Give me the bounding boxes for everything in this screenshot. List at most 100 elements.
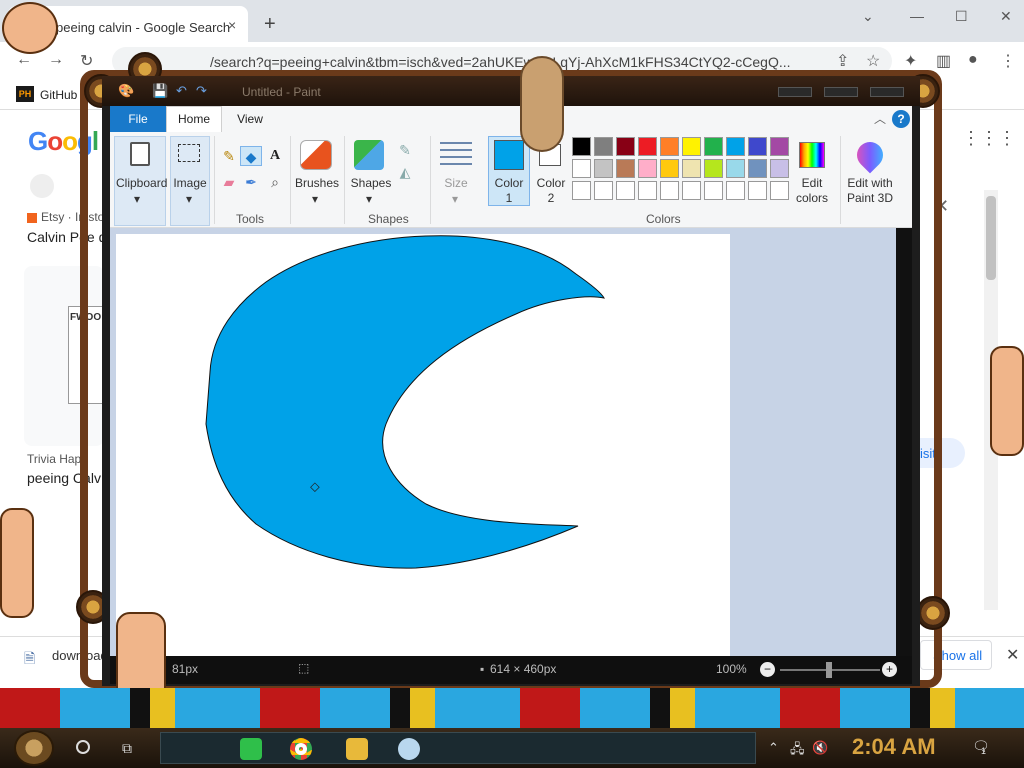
forward-icon[interactable]: →: [48, 51, 64, 69]
volume-muted-icon[interactable]: 🔇: [812, 740, 828, 756]
file-explorer-icon[interactable]: [346, 738, 368, 760]
palette-swatch[interactable]: [594, 137, 613, 156]
size-button[interactable]: Size: [438, 176, 474, 190]
drawing-canvas[interactable]: ⬦: [116, 234, 730, 656]
paint-icon[interactable]: [398, 738, 420, 760]
clock[interactable]: 2:04 AM: [852, 734, 936, 760]
palette-swatch[interactable]: [616, 181, 635, 200]
reload-icon[interactable]: ↻: [80, 51, 93, 71]
palette-swatch[interactable]: [638, 159, 657, 178]
side-panel-icon[interactable]: ▥: [936, 51, 951, 71]
image-result-tag[interactable]: [30, 174, 54, 198]
color-picker-icon[interactable]: ✒: [240, 172, 262, 192]
menu-icon[interactable]: ⋮: [1000, 51, 1016, 71]
google-apps-icon[interactable]: ⋮⋮⋮: [962, 128, 1016, 149]
selection-icon: ⬚: [298, 661, 310, 675]
chrome-icon[interactable]: [290, 738, 312, 760]
save-icon[interactable]: 💾: [152, 83, 168, 99]
palette-swatch[interactable]: [748, 137, 767, 156]
undo-icon[interactable]: ↶: [176, 83, 187, 99]
edit-with-paint3d-label-2[interactable]: Paint 3D: [842, 191, 898, 205]
start-button[interactable]: [14, 730, 54, 766]
palette-swatch[interactable]: [726, 181, 745, 200]
palette-swatch[interactable]: [660, 181, 679, 200]
palette-swatch[interactable]: [682, 159, 701, 178]
palette-swatch[interactable]: [726, 159, 745, 178]
paint-close-button[interactable]: [870, 87, 904, 97]
canvas-scrollbar[interactable]: [896, 228, 912, 656]
paint-minimize-button[interactable]: [778, 87, 812, 97]
url-text[interactable]: /search?q=peeing+calvin&tbm=isch&ved=2ah…: [210, 54, 830, 70]
extensions-icon[interactable]: ✦: [904, 51, 917, 71]
edit-colors-label-1[interactable]: Edit: [790, 176, 834, 190]
help-icon[interactable]: ?: [892, 110, 910, 128]
palette-swatch[interactable]: [572, 181, 591, 200]
share-icon[interactable]: ⇪: [836, 51, 849, 71]
chevron-up-icon[interactable]: ︿: [874, 110, 886, 127]
palette-swatch[interactable]: [660, 159, 679, 178]
palette-swatch[interactable]: [704, 181, 723, 200]
tab-file[interactable]: File: [110, 106, 166, 132]
minimize-button[interactable]: —: [910, 8, 924, 24]
palette-swatch[interactable]: [616, 137, 635, 156]
palette-swatch[interactable]: [638, 181, 657, 200]
palette-swatch[interactable]: [748, 181, 767, 200]
redo-icon[interactable]: ↷: [196, 83, 207, 99]
clipboard-label: Clipboard: [116, 176, 168, 190]
bookmark-star-icon[interactable]: ☆: [866, 51, 880, 71]
search-icon[interactable]: [76, 740, 90, 754]
desktop-wallpaper: [0, 688, 1024, 728]
palette-swatch[interactable]: [594, 159, 613, 178]
paint-maximize-button[interactable]: [824, 87, 858, 97]
download-bar-close-icon[interactable]: ✕: [1006, 645, 1019, 665]
outline-icon[interactable]: ✎: [394, 140, 416, 160]
palette-swatch[interactable]: [572, 159, 591, 178]
producthunt-icon[interactable]: PH: [16, 86, 34, 102]
palette-swatch[interactable]: [704, 159, 723, 178]
fill-icon[interactable]: ◆: [240, 146, 262, 166]
notification-count: 1: [981, 746, 987, 756]
zoom-slider-thumb[interactable]: [826, 662, 832, 678]
palette-swatch[interactable]: [594, 181, 613, 200]
tools-group-label: Tools: [236, 212, 265, 226]
sheets-icon[interactable]: [240, 738, 262, 760]
palette-swatch[interactable]: [748, 159, 767, 178]
close-button[interactable]: ✕: [1000, 8, 1012, 25]
tab-close-icon[interactable]: ×: [228, 17, 236, 33]
palette-swatch[interactable]: [770, 181, 789, 200]
shapes-button[interactable]: Shapes: [348, 176, 394, 190]
scrollbar-thumb[interactable]: [986, 196, 996, 280]
magnifier-icon[interactable]: ⌕: [264, 172, 286, 192]
palette-swatch[interactable]: [660, 137, 679, 156]
palette-swatch[interactable]: [770, 137, 789, 156]
palette-swatch[interactable]: [616, 159, 635, 178]
paint-app-icon: 🎨: [118, 83, 135, 98]
zoom-in-button[interactable]: +: [882, 662, 897, 677]
palette-swatch[interactable]: [726, 137, 745, 156]
eraser-icon[interactable]: ▰: [218, 172, 240, 192]
tab-home[interactable]: Home: [166, 106, 222, 132]
network-icon[interactable]: 🖧: [790, 740, 805, 762]
profile-icon[interactable]: ●: [968, 51, 978, 69]
zoom-out-button[interactable]: −: [760, 662, 775, 677]
palette-swatch[interactable]: [638, 137, 657, 156]
fill-style-icon[interactable]: ◭: [394, 162, 416, 182]
chevron-down-icon[interactable]: ⌄: [862, 8, 874, 25]
hidden-icons-chevron-icon[interactable]: ⌃: [768, 740, 779, 756]
notification-icon[interactable]: 🗨 1: [972, 738, 992, 758]
brushes-button[interactable]: Brushes: [294, 176, 340, 190]
palette-swatch[interactable]: [682, 181, 701, 200]
text-icon[interactable]: A: [264, 146, 286, 166]
palette-swatch[interactable]: [770, 159, 789, 178]
edit-colors-label-2[interactable]: colors: [790, 191, 834, 205]
etsy-icon: [27, 212, 37, 223]
pencil-icon[interactable]: ✎: [218, 146, 240, 166]
new-tab-button[interactable]: +: [264, 14, 276, 34]
palette-swatch[interactable]: [704, 137, 723, 156]
palette-swatch[interactable]: [572, 137, 591, 156]
edit-with-paint3d-label-1[interactable]: Edit with: [842, 176, 898, 190]
tab-view[interactable]: View: [228, 106, 272, 132]
palette-swatch[interactable]: [682, 137, 701, 156]
task-view-icon[interactable]: ⧉: [122, 740, 132, 757]
maximize-button[interactable]: ☐: [955, 8, 968, 25]
